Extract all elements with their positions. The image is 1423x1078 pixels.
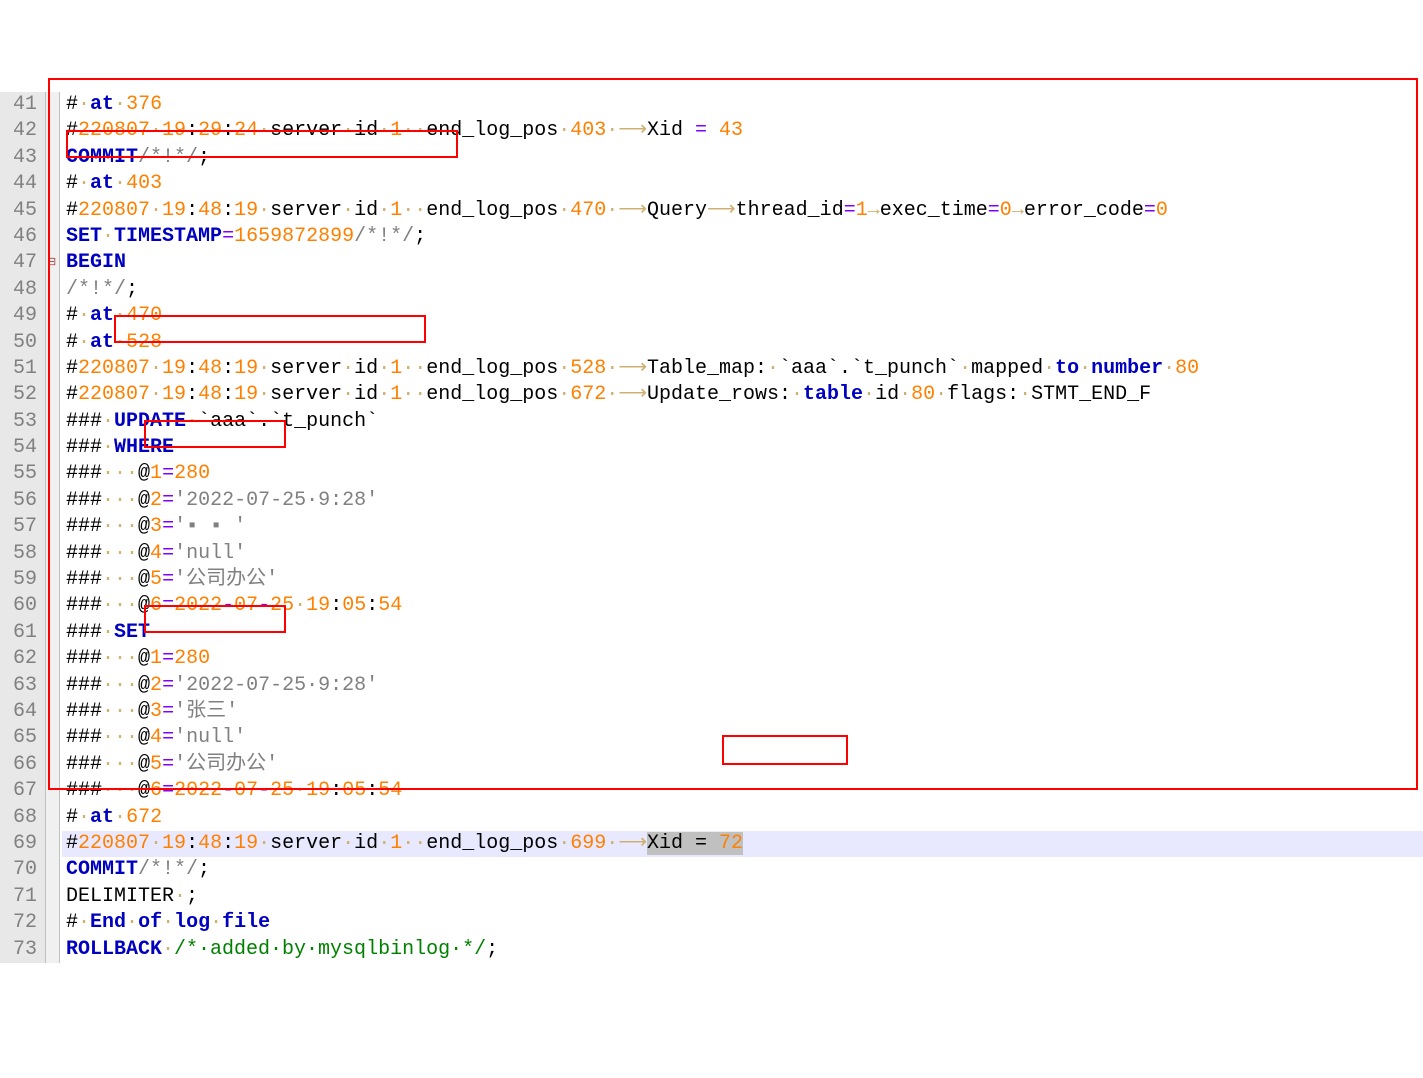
code-line[interactable]: /*!*/; <box>62 277 1423 303</box>
line-number[interactable]: 63 <box>4 673 37 699</box>
code-line[interactable]: #·at·376 <box>62 92 1423 118</box>
code-line[interactable]: DELIMITER·; <box>62 884 1423 910</box>
code-line[interactable]: BEGIN <box>62 250 1423 276</box>
line-number[interactable]: 45 <box>4 198 37 224</box>
line-number[interactable]: 59 <box>4 567 37 593</box>
line-number[interactable]: 65 <box>4 725 37 751</box>
line-number[interactable]: 57 <box>4 514 37 540</box>
code-line[interactable]: ###···@3='▪ ▪ ' <box>62 514 1423 540</box>
code-line[interactable]: ###···@2='2022-07-25·9:28' <box>62 488 1423 514</box>
code-line[interactable]: #·at·403 <box>62 171 1423 197</box>
line-number-gutter[interactable]: 4142434445464748495051525354555657585960… <box>0 92 46 963</box>
code-line[interactable]: #·at·672 <box>62 805 1423 831</box>
line-number[interactable]: 68 <box>4 805 37 831</box>
code-line[interactable]: ###···@1=280 <box>62 646 1423 672</box>
line-number[interactable]: 69 <box>4 831 37 857</box>
code-editor[interactable]: 4142434445464748495051525354555657585960… <box>0 92 1423 963</box>
code-line[interactable]: #220807·19:48:19·server·id·1··end_log_po… <box>62 382 1423 408</box>
code-line[interactable]: ###···@1=280 <box>62 461 1423 487</box>
code-line[interactable]: #·at·470 <box>62 303 1423 329</box>
line-number[interactable]: 53 <box>4 409 37 435</box>
code-line[interactable]: #220807·19:48:19·server·id·1··end_log_po… <box>62 831 1423 857</box>
line-number[interactable]: 42 <box>4 118 37 144</box>
code-line[interactable]: SET·TIMESTAMP=1659872899/*!*/; <box>62 224 1423 250</box>
code-line[interactable]: #220807·19:48:19·server·id·1··end_log_po… <box>62 198 1423 224</box>
code-line[interactable]: ###···@2='2022-07-25·9:28' <box>62 673 1423 699</box>
fold-toggle-icon[interactable]: ⊟ <box>47 250 56 276</box>
line-number[interactable]: 55 <box>4 461 37 487</box>
line-number[interactable]: 71 <box>4 884 37 910</box>
line-number[interactable]: 48 <box>4 277 37 303</box>
line-number[interactable]: 43 <box>4 145 37 171</box>
line-number[interactable]: 62 <box>4 646 37 672</box>
line-number[interactable]: 49 <box>4 303 37 329</box>
fold-column[interactable]: ⊟ <box>46 92 60 963</box>
line-number[interactable]: 46 <box>4 224 37 250</box>
code-line[interactable]: ###···@4='null' <box>62 541 1423 567</box>
line-number[interactable]: 72 <box>4 910 37 936</box>
line-number[interactable]: 56 <box>4 488 37 514</box>
line-number[interactable]: 58 <box>4 541 37 567</box>
line-number[interactable]: 73 <box>4 937 37 963</box>
code-line[interactable]: ###···@5='公司办公' <box>62 752 1423 778</box>
code-line[interactable]: ###···@4='null' <box>62 725 1423 751</box>
code-line[interactable]: ###···@5='公司办公' <box>62 567 1423 593</box>
line-number[interactable]: 70 <box>4 857 37 883</box>
line-number[interactable]: 61 <box>4 620 37 646</box>
code-line[interactable]: ###·UPDATE·`aaa`.`t_punch` <box>62 409 1423 435</box>
code-line[interactable]: ###·SET <box>62 620 1423 646</box>
code-line[interactable]: ROLLBACK·/*·added·by·mysqlbinlog·*/; <box>62 937 1423 963</box>
code-line[interactable]: #·End·of·log·file <box>62 910 1423 936</box>
code-line[interactable]: #·at·528 <box>62 330 1423 356</box>
line-number[interactable]: 44 <box>4 171 37 197</box>
code-line[interactable]: #220807·19:48:19·server·id·1··end_log_po… <box>62 356 1423 382</box>
code-line[interactable]: ###·WHERE <box>62 435 1423 461</box>
line-number[interactable]: 50 <box>4 330 37 356</box>
code-line[interactable]: #220807·19:29:24·server·id·1··end_log_po… <box>62 118 1423 144</box>
line-number[interactable]: 52 <box>4 382 37 408</box>
line-number[interactable]: 54 <box>4 435 37 461</box>
code-line[interactable]: ###···@3='张三' <box>62 699 1423 725</box>
line-number[interactable]: 60 <box>4 593 37 619</box>
code-line[interactable]: ###···@6=2022-07-25·19:05:54 <box>62 778 1423 804</box>
line-number[interactable]: 66 <box>4 752 37 778</box>
code-line[interactable]: COMMIT/*!*/; <box>62 857 1423 883</box>
line-number[interactable]: 67 <box>4 778 37 804</box>
code-area[interactable]: #·at·376#220807·19:29:24·server·id·1··en… <box>60 92 1423 963</box>
line-number[interactable]: 41 <box>4 92 37 118</box>
line-number[interactable]: 51 <box>4 356 37 382</box>
line-number[interactable]: 47 <box>4 250 37 276</box>
code-line[interactable]: ###···@6=2022-07-25·19:05:54 <box>62 593 1423 619</box>
line-number[interactable]: 64 <box>4 699 37 725</box>
code-line[interactable]: COMMIT/*!*/; <box>62 145 1423 171</box>
